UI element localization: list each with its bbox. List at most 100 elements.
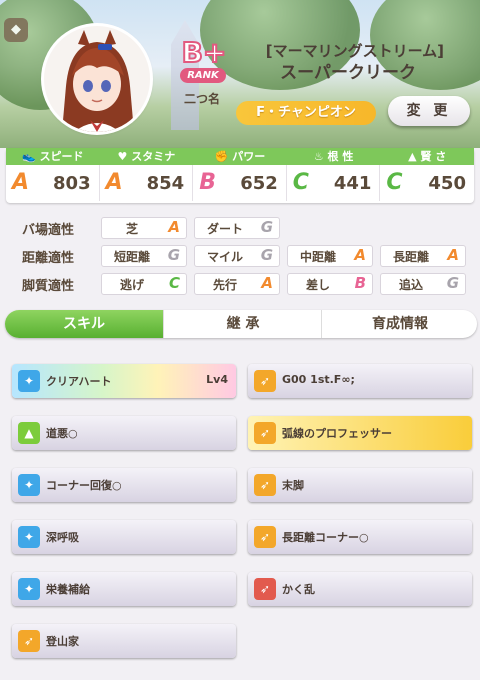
aptitude-grade: A xyxy=(261,274,273,292)
aptitude-grade: A xyxy=(354,246,366,264)
rank-label: RANK xyxy=(180,68,226,83)
aptitude-name: 逃げ xyxy=(119,278,144,292)
character-portrait xyxy=(44,26,150,132)
stat-2: ✊ パワー B 652 xyxy=(193,148,287,203)
shoe-icon: 👟 xyxy=(22,150,40,163)
detail-tabs: スキル 継 承 育成情報 xyxy=(5,310,477,338)
runner-icon: ➶ xyxy=(254,422,276,444)
runner-icon: ➶ xyxy=(254,526,276,548)
tab-skills[interactable]: スキル xyxy=(5,310,163,338)
stat-body: A 854 xyxy=(100,165,194,201)
stat-name: 賢 さ xyxy=(420,150,447,163)
stat-body: C 441 xyxy=(287,165,381,201)
aptitude-name: 追込 xyxy=(398,278,423,292)
skill-name: クリアハート xyxy=(46,375,112,388)
aptitude-distance-1: マイル G xyxy=(194,245,280,267)
skill-name: 長距離コーナー○ xyxy=(282,531,369,544)
skill-name: G00 1st.F∞; xyxy=(282,373,355,386)
cap-icon: ▲ xyxy=(408,150,421,163)
flame-icon: ♨ xyxy=(313,150,328,163)
skill-name: コーナー回復○ xyxy=(46,479,122,492)
stat-value: 450 xyxy=(428,173,466,194)
aptitude-distance-3: 長距離 A xyxy=(380,245,466,267)
aptitude-grade: A xyxy=(447,246,459,264)
tab-inheritance[interactable]: 継 承 xyxy=(163,310,322,338)
stat-header: ♨ 根 性 xyxy=(286,148,381,165)
rank-letter: B+ xyxy=(181,35,228,70)
stat-name: スピード xyxy=(39,150,84,163)
skill-item[interactable]: ➶ 登山家 xyxy=(12,624,236,658)
aptitude-track-1: ダート G xyxy=(194,217,280,239)
skill-item[interactable]: ▲ 道悪○ xyxy=(12,416,236,450)
aptitude-style-0: 逃げ C xyxy=(101,273,187,295)
sparkle-icon: ✦ xyxy=(18,578,40,600)
sparkle-icon: ✦ xyxy=(18,526,40,548)
skill-item[interactable]: ➶ 長距離コーナー○ xyxy=(248,520,472,554)
skill-item[interactable]: ➶ G00 1st.F∞; xyxy=(248,364,472,398)
skill-item[interactable]: ➶ 末脚 xyxy=(248,468,472,502)
skill-item[interactable]: ✦ 深呼吸 xyxy=(12,520,236,554)
aptitude-name: 短距離 xyxy=(113,250,150,264)
aptitude-track-0: 芝A xyxy=(101,217,187,239)
aptitude-grade: G xyxy=(446,274,459,292)
character-name: スーパークリーク xyxy=(280,63,416,83)
skill-level: Lv4 xyxy=(206,373,228,386)
stat-body: C 450 xyxy=(380,165,474,201)
sparkle-icon: ✦ xyxy=(18,370,40,392)
aptitude-distance-2: 中距離 A xyxy=(287,245,373,267)
stat-header: 👟 スピード xyxy=(6,148,100,165)
skill-item[interactable]: ➶ 弧線のプロフェッサー xyxy=(248,416,472,450)
skill-item[interactable]: ✦ 栄養補給 xyxy=(12,572,236,606)
skill-name: かく乱 xyxy=(282,583,315,596)
pin-icon[interactable]: ◆ xyxy=(4,18,28,42)
aptitude-style-1: 先行 A xyxy=(194,273,280,295)
aptitude-grade: C xyxy=(168,274,180,292)
nickname-label[interactable]: 二つ名 xyxy=(176,90,228,107)
aptitude-name: 中距離 xyxy=(299,250,336,264)
stat-grade: C xyxy=(386,170,403,195)
aptitude-style-3: 追込 G xyxy=(380,273,466,295)
runner-icon: ➶ xyxy=(254,370,276,392)
stat-body: A 803 xyxy=(6,165,100,201)
skill-name: 末脚 xyxy=(282,479,304,492)
stat-header: ♥ スタミナ xyxy=(99,148,194,165)
aptitude-distance-0: 短距離 G xyxy=(101,245,187,267)
runner-icon: ➶ xyxy=(254,474,276,496)
runner-icon: ➶ xyxy=(18,630,40,652)
heart-icon: ♥ xyxy=(117,150,132,163)
rank-badge: B+ RANK xyxy=(170,35,234,88)
epithet-badge: F・チャンピオン xyxy=(236,101,376,125)
muscle-icon: ✊ xyxy=(214,150,233,163)
stat-header: ✊ パワー xyxy=(193,148,287,165)
stat-grade: B xyxy=(199,170,216,195)
aptitude-grade: G xyxy=(260,218,273,236)
profile-header: ◆ B+ RANK 二つ名 [マーマリングストリーム] スーパークリーク F・チ… xyxy=(0,0,480,148)
aptitude-grade: B xyxy=(354,274,366,292)
skill-name: 栄養補給 xyxy=(46,583,90,596)
skill-name: 登山家 xyxy=(46,635,79,648)
stat-header: ▲ 賢 さ xyxy=(380,148,474,165)
aptitude-grade: A xyxy=(168,218,180,236)
aptitude-style-2: 差し B xyxy=(287,273,373,295)
aptitude-name: ダート xyxy=(206,222,243,236)
stat-grade: C xyxy=(292,170,309,195)
stat-name: 根 性 xyxy=(327,150,354,163)
avatar xyxy=(44,26,150,132)
tab-training-info[interactable]: 育成情報 xyxy=(321,310,477,338)
skill-item[interactable]: ✦ クリアハート Lv4 xyxy=(12,364,236,398)
skills-list: ✦ クリアハート Lv4 ➶ G00 1st.F∞; ▲ 道悪○ ➶ 弧線のプロフェッサー ✦ コー… xyxy=(0,350,480,680)
aptitude-label-track: バ場適性 xyxy=(22,223,75,238)
stat-3: ♨ 根 性 C 441 xyxy=(286,148,381,203)
skill-item[interactable]: ✦ コーナー回復○ xyxy=(12,468,236,502)
aptitude-name: マイル xyxy=(206,250,243,264)
aptitude-name: 先行 xyxy=(212,278,237,292)
aptitude-name: 差し xyxy=(305,278,330,292)
aptitude-name: 長距離 xyxy=(392,250,429,264)
skill-item[interactable]: ➶ かく乱 xyxy=(248,572,472,606)
stat-4: ▲ 賢 さ C 450 xyxy=(380,148,474,203)
stat-value: 803 xyxy=(53,173,91,194)
stat-0: 👟 スピード A 803 xyxy=(6,148,100,203)
aptitude-name: 芝 xyxy=(125,222,138,236)
change-epithet-button[interactable]: 変 更 xyxy=(388,96,470,126)
aptitude-label-style: 脚質適性 xyxy=(22,279,75,294)
